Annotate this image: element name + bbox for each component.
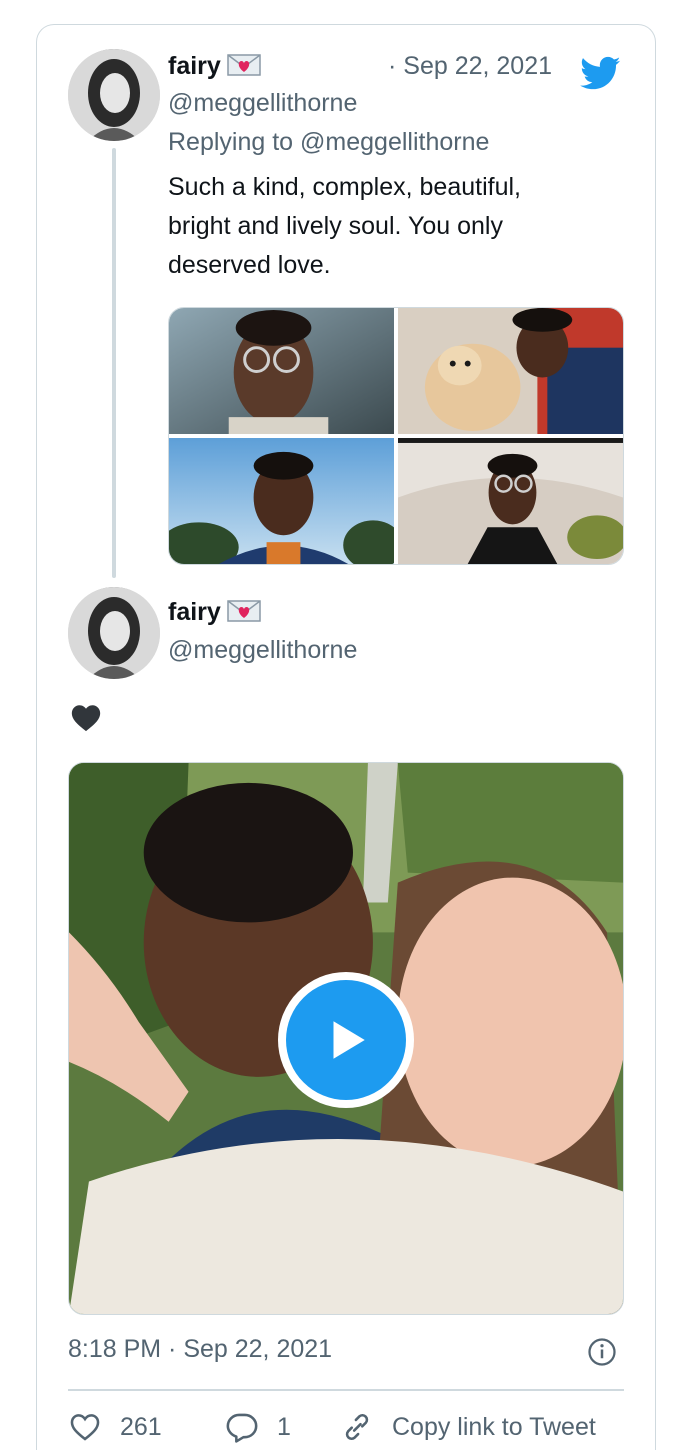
video-player[interactable] [68, 762, 624, 1315]
twitter-bird-icon[interactable] [578, 53, 624, 93]
media-photo[interactable] [169, 308, 394, 434]
reply-bubble-icon [226, 1413, 258, 1443]
author-handle[interactable]: @meggellithorne [168, 89, 357, 118]
divider [68, 1389, 624, 1391]
media-photo[interactable] [398, 308, 623, 434]
like-button[interactable]: 261 [68, 1410, 162, 1444]
link-icon [345, 1413, 369, 1441]
play-button[interactable] [278, 972, 414, 1108]
avatar[interactable] [68, 49, 160, 141]
tweet-text: Such a kind, complex, beautiful, bright … [168, 173, 521, 279]
heart-outline-icon [70, 1414, 100, 1441]
heart-icon [68, 701, 104, 735]
reply-count: 1 [277, 1412, 291, 1441]
replying-handle[interactable]: @meggellithorne [300, 128, 489, 156]
envelope-heart-icon [227, 53, 261, 77]
media-photo[interactable] [398, 438, 623, 564]
tweet-timestamp[interactable]: 8:18 PM · Sep 22, 2021 [68, 1335, 332, 1364]
avatar[interactable] [68, 587, 160, 679]
copy-link-label: Copy link to Tweet [392, 1412, 596, 1441]
author-name[interactable]: fairy [168, 598, 221, 626]
reply-button[interactable]: 1 [225, 1410, 291, 1444]
info-icon[interactable] [587, 1337, 617, 1367]
tweet-date[interactable]: · Sep 22, 2021 [388, 52, 552, 81]
media-grid [168, 307, 624, 565]
envelope-heart-icon [227, 599, 261, 623]
media-photo[interactable] [169, 438, 394, 564]
play-icon [286, 980, 406, 1100]
like-count: 261 [120, 1412, 162, 1441]
replying-to: Replying to @meggellithorne [168, 128, 489, 157]
author-handle[interactable]: @meggellithorne [168, 636, 357, 665]
replying-prefix: Replying to [168, 128, 294, 156]
copy-link-button[interactable]: Copy link to Tweet [340, 1410, 596, 1444]
thread-line [112, 148, 116, 578]
tweet-card: fairy · Sep 22, 2021 @meggellithorne Rep… [36, 24, 656, 1450]
author-name[interactable]: fairy [168, 52, 221, 80]
